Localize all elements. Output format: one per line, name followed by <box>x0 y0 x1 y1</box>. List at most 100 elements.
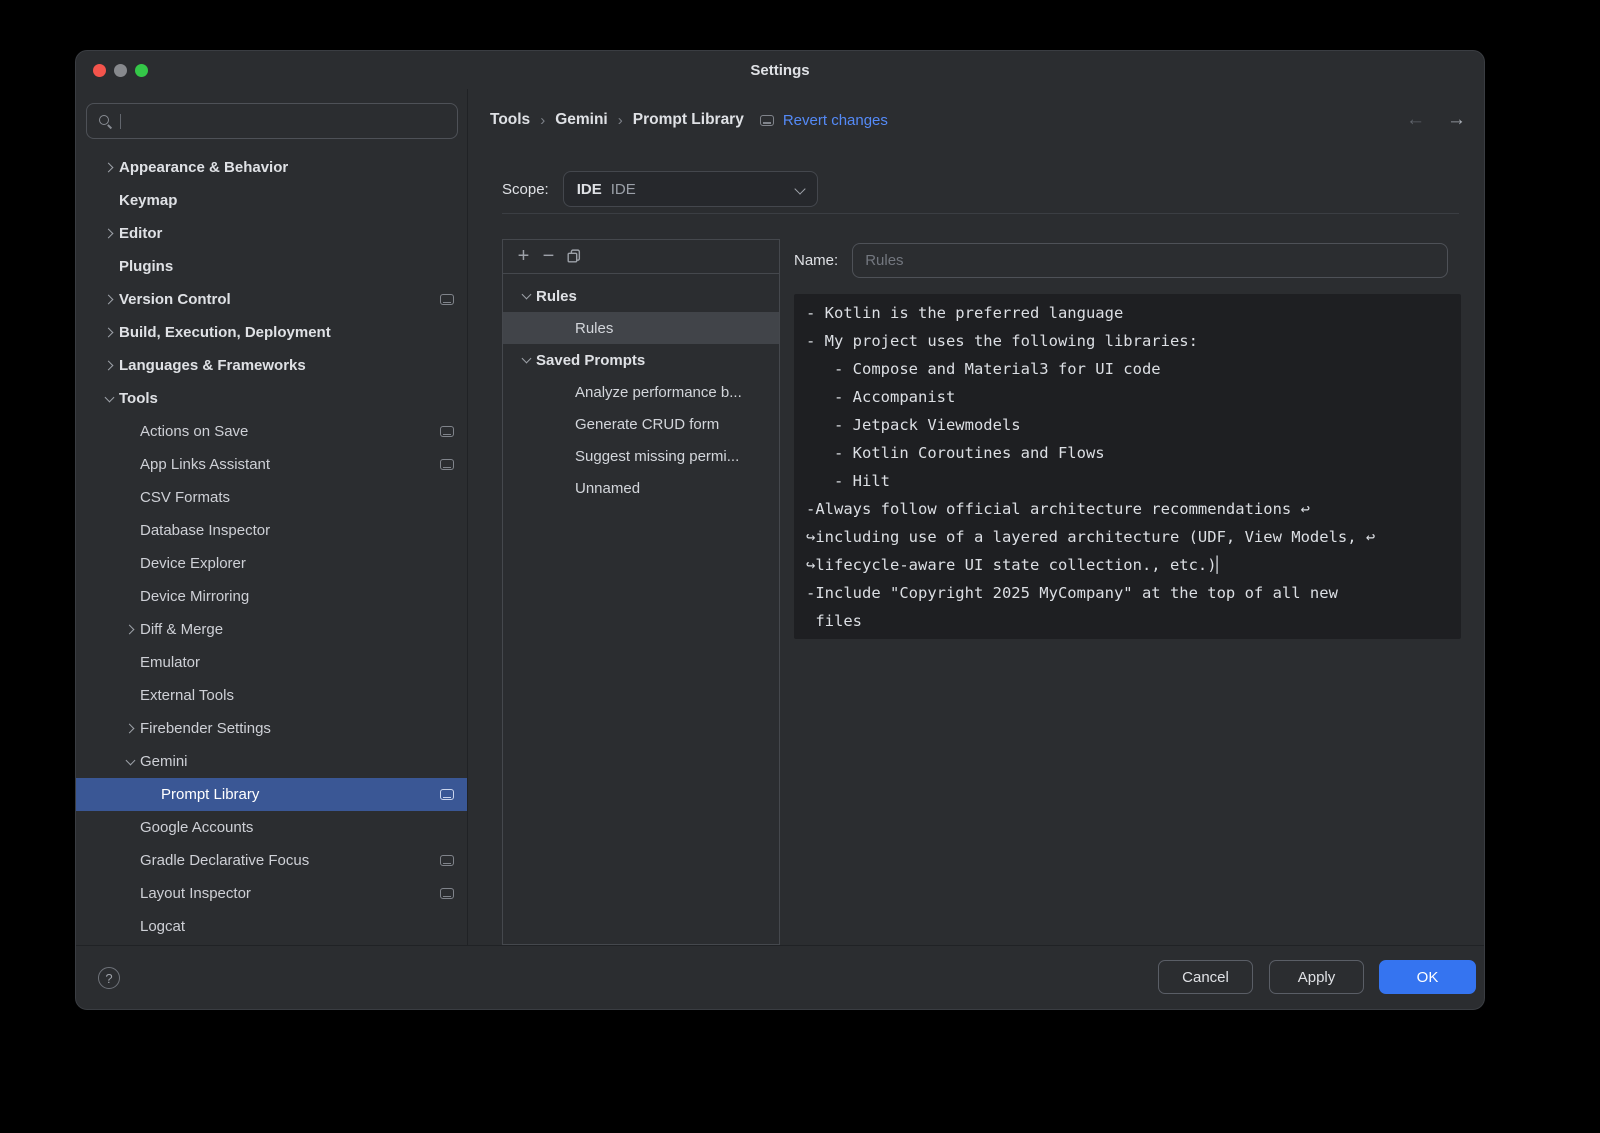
sidebar-item-label: Languages & Frameworks <box>119 357 306 374</box>
prompt-item-suggest-missing-permi[interactable]: Suggest missing permi... <box>503 440 779 472</box>
add-prompt-button[interactable]: + <box>511 244 536 270</box>
sidebar-item-appearance-behavior[interactable]: Appearance & Behavior <box>76 151 467 184</box>
chevron-right-icon[interactable] <box>121 626 140 633</box>
sidebar-item-label: Gemini <box>140 753 188 770</box>
sidebar-item-label: Firebender Settings <box>140 720 271 737</box>
back-arrow-icon[interactable]: ← <box>1406 109 1425 131</box>
search-icon <box>98 114 113 129</box>
ide-scope-icon <box>440 888 454 899</box>
prompt-group-label: Saved Prompts <box>536 352 645 369</box>
remove-prompt-button[interactable]: − <box>536 244 561 270</box>
sidebar-item-label: Editor <box>119 225 162 242</box>
sidebar-item-external-tools[interactable]: External Tools <box>76 679 467 712</box>
scope-label: Scope: <box>502 181 549 198</box>
sidebar-item-actions-on-save[interactable]: Actions on Save <box>76 415 467 448</box>
chevron-right-icon[interactable] <box>100 164 119 171</box>
chevron-right-icon[interactable] <box>100 362 119 369</box>
sidebar-item-gradle-declarative-focus[interactable]: Gradle Declarative Focus <box>76 844 467 877</box>
sidebar-item-device-explorer[interactable]: Device Explorer <box>76 547 467 580</box>
prompt-editor[interactable]: - Kotlin is the preferred language - My … <box>794 294 1461 639</box>
sidebar-item-label: Tools <box>119 390 158 407</box>
breadcrumb-prompt-library[interactable]: Prompt Library <box>633 111 744 129</box>
settings-window: Settings Appearance & Behavior Keymap Edit… <box>75 50 1485 1010</box>
sidebar-item-layout-inspector[interactable]: Layout Inspector <box>76 877 467 910</box>
sidebar-item-emulator[interactable]: Emulator <box>76 646 467 679</box>
sidebar-item-label: Keymap <box>119 192 177 209</box>
ide-scope-icon <box>440 459 454 470</box>
sidebar-item-database-inspector[interactable]: Database Inspector <box>76 514 467 547</box>
copy-icon <box>565 248 582 265</box>
sidebar-item-tools[interactable]: Tools <box>76 382 467 415</box>
copy-prompt-button[interactable] <box>561 244 586 270</box>
settings-sidebar: Appearance & Behavior Keymap Editor Plugins… <box>76 89 468 945</box>
sidebar-item-languages-frameworks[interactable]: Languages & Frameworks <box>76 349 467 382</box>
sidebar-item-logcat[interactable]: Logcat <box>76 910 467 943</box>
prompt-item-label: Unnamed <box>575 480 640 497</box>
sidebar-item-prompt-library[interactable]: Prompt Library <box>76 778 467 811</box>
prompt-item-generate-crud-form[interactable]: Generate CRUD form <box>503 408 779 440</box>
ok-button[interactable]: OK <box>1379 960 1476 994</box>
sidebar-item-csv-formats[interactable]: CSV Formats <box>76 481 467 514</box>
scope-row: Scope: IDE IDE <box>502 171 818 207</box>
sidebar-item-label: Emulator <box>140 654 200 671</box>
sidebar-item-label: Layout Inspector <box>140 885 251 902</box>
titlebar: Settings <box>76 51 1484 89</box>
sidebar-item-editor[interactable]: Editor <box>76 217 467 250</box>
help-icon[interactable]: ? <box>98 967 120 989</box>
sidebar-item-label: Logcat <box>140 918 185 935</box>
sidebar-item-label: External Tools <box>140 687 234 704</box>
prompt-group-rules[interactable]: Rules <box>503 280 779 312</box>
settings-search-input[interactable] <box>86 103 458 139</box>
chevron-down-icon[interactable] <box>121 760 140 764</box>
sidebar-item-label: Google Accounts <box>140 819 253 836</box>
chevron-right-icon[interactable] <box>121 725 140 732</box>
chevron-right-icon[interactable] <box>100 296 119 303</box>
revert-changes-link[interactable]: Revert changes <box>783 112 888 129</box>
chevron-down-icon[interactable] <box>517 358 536 362</box>
prompt-item-analyze-performance-b[interactable]: Analyze performance b... <box>503 376 779 408</box>
sidebar-item-plugins[interactable]: Plugins <box>76 250 467 283</box>
breadcrumb-separator-icon: › <box>530 112 555 129</box>
sidebar-item-label: CSV Formats <box>140 489 230 506</box>
ide-scope-icon <box>440 426 454 437</box>
sidebar-item-device-mirroring[interactable]: Device Mirroring <box>76 580 467 613</box>
chevron-down-icon[interactable] <box>517 294 536 298</box>
prompt-item-rules[interactable]: Rules <box>503 312 779 344</box>
sidebar-item-keymap[interactable]: Keymap <box>76 184 467 217</box>
prompt-group-saved-prompts[interactable]: Saved Prompts <box>503 344 779 376</box>
sidebar-item-google-accounts[interactable]: Google Accounts <box>76 811 467 844</box>
forward-arrow-icon[interactable]: → <box>1447 109 1466 131</box>
ide-scope-icon <box>440 855 454 866</box>
sidebar-item-build-execution-deployment[interactable]: Build, Execution, Deployment <box>76 316 467 349</box>
sidebar-item-label: Plugins <box>119 258 173 275</box>
scope-dropdown[interactable]: IDE IDE <box>563 171 818 207</box>
chevron-right-icon[interactable] <box>100 230 119 237</box>
prompt-name-input[interactable] <box>852 243 1448 278</box>
sidebar-item-firebender-settings[interactable]: Firebender Settings <box>76 712 467 745</box>
sidebar-tree: Appearance & Behavior Keymap Editor Plugins… <box>76 151 467 943</box>
sidebar-item-app-links-assistant[interactable]: App Links Assistant <box>76 448 467 481</box>
scope-tag: IDE <box>577 181 602 198</box>
chevron-right-icon[interactable] <box>100 329 119 336</box>
text-caret <box>120 114 121 129</box>
prompt-list-panel: + − RulesRules Saved Prompts Analyze perfo… <box>502 239 780 945</box>
settings-content: Tools › Gemini › Prompt Library Revert c… <box>469 89 1484 945</box>
sidebar-item-gemini[interactable]: Gemini <box>76 745 467 778</box>
breadcrumb-tools[interactable]: Tools <box>490 111 530 129</box>
sidebar-item-label: Device Mirroring <box>140 588 249 605</box>
footer-bar: ? Cancel Apply OK <box>76 945 1484 1009</box>
chevron-down-icon <box>796 185 804 193</box>
sidebar-item-label: Actions on Save <box>140 423 248 440</box>
ide-scope-icon <box>440 294 454 305</box>
sidebar-item-diff-merge[interactable]: Diff & Merge <box>76 613 467 646</box>
sidebar-item-version-control[interactable]: Version Control <box>76 283 467 316</box>
apply-button[interactable]: Apply <box>1269 960 1364 994</box>
sidebar-item-label: App Links Assistant <box>140 456 270 473</box>
sidebar-item-label: Appearance & Behavior <box>119 159 288 176</box>
breadcrumb-gemini[interactable]: Gemini <box>555 111 608 129</box>
cancel-button[interactable]: Cancel <box>1158 960 1253 994</box>
prompt-item-unnamed[interactable]: Unnamed <box>503 472 779 504</box>
chevron-down-icon[interactable] <box>100 397 119 401</box>
sidebar-item-label: Prompt Library <box>161 786 259 803</box>
breadcrumb-separator-icon: › <box>608 112 633 129</box>
